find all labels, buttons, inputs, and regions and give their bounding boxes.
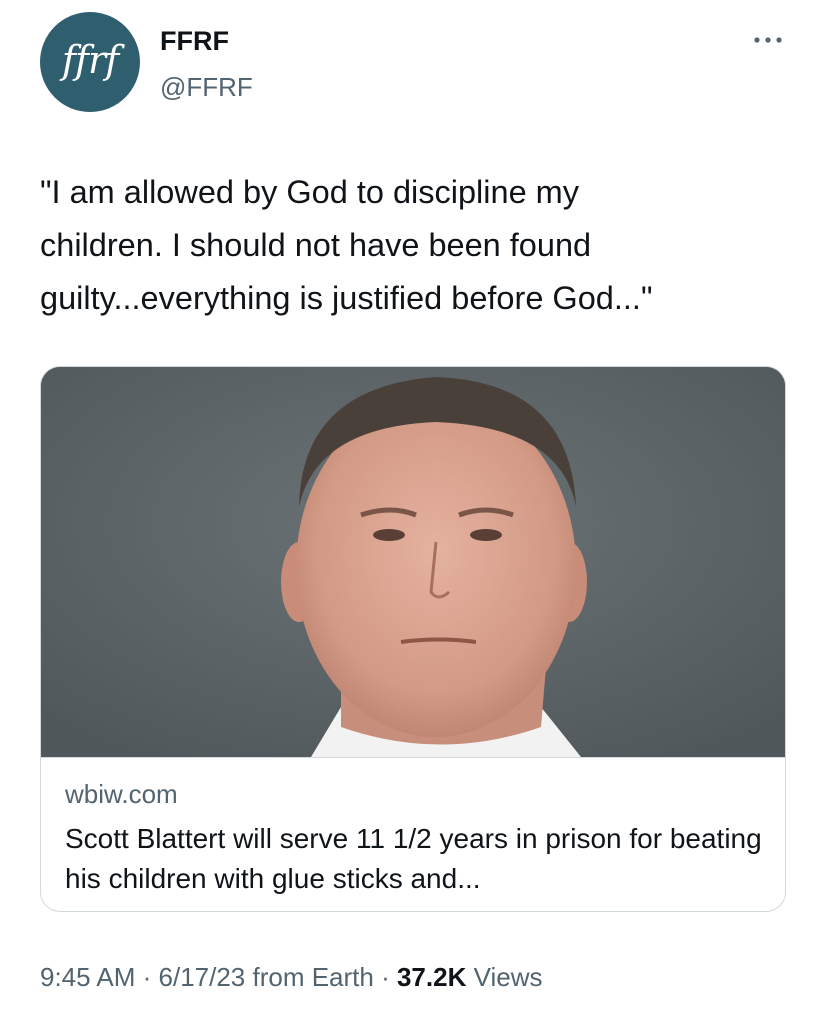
views-label: Views <box>466 962 543 992</box>
more-options-button[interactable] <box>748 26 788 54</box>
author-display-name[interactable]: FFRF <box>160 26 229 57</box>
avatar-logo-text: ffrf <box>61 38 119 82</box>
tweet-text: "I am allowed by God to discipline my ch… <box>40 174 653 316</box>
tweet-meta: 9:45 AM · 6/17/23 from Earth · 37.2K Vie… <box>40 962 542 993</box>
tweet-date[interactable]: 6/17/23 <box>159 962 246 992</box>
views-count[interactable]: 37.2K <box>397 962 466 992</box>
meta-separator: · <box>373 962 397 992</box>
mugshot-photo <box>41 367 785 757</box>
link-preview-image[interactable] <box>41 367 785 758</box>
author-handle[interactable]: @FFRF <box>160 72 253 103</box>
link-domain: wbiw.com <box>65 779 178 809</box>
meta-separator: · <box>135 962 159 992</box>
link-preview-card[interactable]: wbiw.com Scott Blattert will serve 11 1/… <box>40 366 786 912</box>
tweet-source: from Earth <box>245 962 374 992</box>
tweet-time[interactable]: 9:45 AM <box>40 962 135 992</box>
more-horizontal-icon <box>754 37 782 43</box>
link-title: Scott Blattert will serve 11 1/2 years i… <box>65 823 762 894</box>
avatar[interactable]: ffrf <box>40 12 140 112</box>
